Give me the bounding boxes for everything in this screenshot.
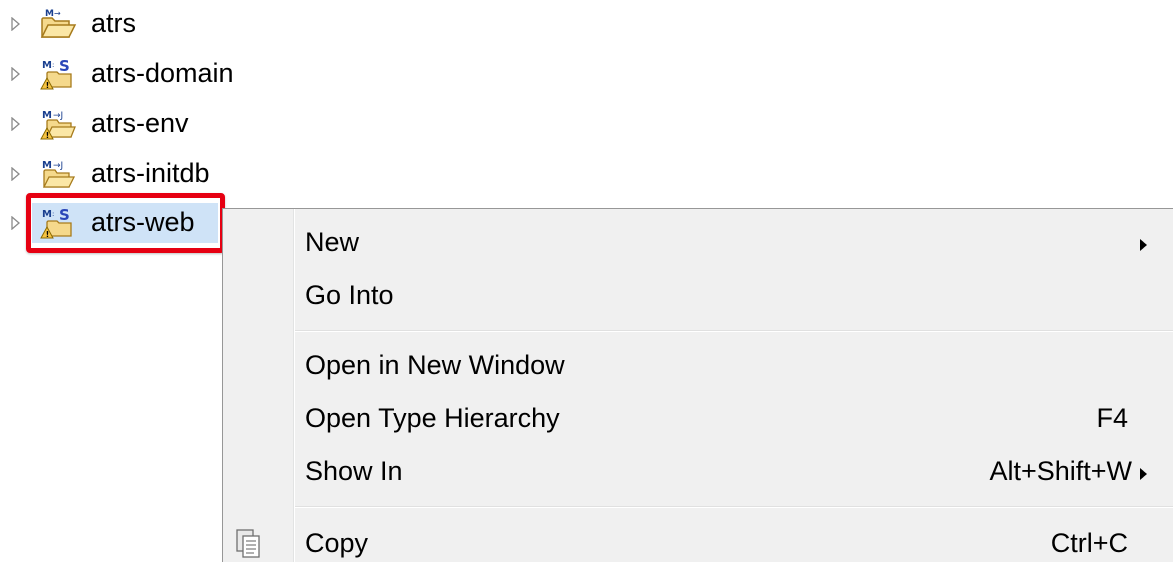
menu-item-label: Copy <box>305 528 369 558</box>
menu-item-open-type-hierarchy[interactable]: Open Type Hierarchy F4 <box>223 392 1173 442</box>
menu-item-label: Show In <box>305 456 403 486</box>
svg-text:M: M <box>42 160 52 171</box>
expand-arrow-icon[interactable] <box>10 16 22 32</box>
maven-spring-project-warning-icon: M : S ! <box>39 57 79 91</box>
menu-item-copy[interactable]: Copy Ctrl+C <box>223 517 1173 562</box>
menu-item-label: Open in New Window <box>305 350 565 380</box>
submenu-arrow-icon <box>1140 239 1147 251</box>
tree-item-label: atrs-initdb <box>91 158 210 188</box>
svg-text:→: → <box>54 9 61 18</box>
context-menu: New Go Into Open in New Window Open Type… <box>222 208 1173 562</box>
svg-text:→J: →J <box>53 111 63 121</box>
svg-text:S: S <box>59 57 70 75</box>
menu-item-shortcut: F4 <box>1096 403 1128 433</box>
expand-arrow-icon[interactable] <box>10 166 22 182</box>
menu-item-label: Open Type Hierarchy <box>305 403 560 433</box>
tree-item-label: atrs-domain <box>91 58 234 88</box>
menu-separator <box>295 330 1173 332</box>
menu-item-new[interactable]: New <box>223 216 1173 266</box>
menu-item-shortcut: Ctrl+C <box>1050 528 1128 558</box>
expand-arrow-icon[interactable] <box>10 215 22 231</box>
expand-arrow-icon[interactable] <box>10 116 22 132</box>
tree-item-label: atrs-env <box>91 108 189 138</box>
menu-item-label: Go Into <box>305 280 394 310</box>
maven-project-warning-icon: M →J ! <box>39 107 79 141</box>
menu-item-open-in-new-window[interactable]: Open in New Window <box>223 339 1173 389</box>
svg-text:M: M <box>42 110 52 121</box>
svg-text::: : <box>52 61 54 69</box>
submenu-arrow-icon <box>1140 468 1147 480</box>
svg-text:!: ! <box>46 81 50 90</box>
svg-text:→J: →J <box>53 161 63 171</box>
menu-separator <box>295 506 1173 508</box>
svg-text:M: M <box>45 9 54 19</box>
maven-folder-icon: M → <box>39 7 79 41</box>
tree-item-label: atrs <box>91 8 137 38</box>
svg-text:M: M <box>42 60 52 71</box>
selection-highlight-box <box>26 193 225 253</box>
copy-icon <box>233 527 263 559</box>
expand-arrow-icon[interactable] <box>10 66 22 82</box>
menu-item-label: New <box>305 227 360 257</box>
maven-project-icon: M →J <box>39 157 79 191</box>
menu-item-go-into[interactable]: Go Into <box>223 269 1173 319</box>
svg-text:!: ! <box>46 131 50 140</box>
menu-item-show-in[interactable]: Show In Alt+Shift+W <box>223 445 1173 495</box>
menu-item-shortcut: Alt+Shift+W <box>989 456 1132 486</box>
